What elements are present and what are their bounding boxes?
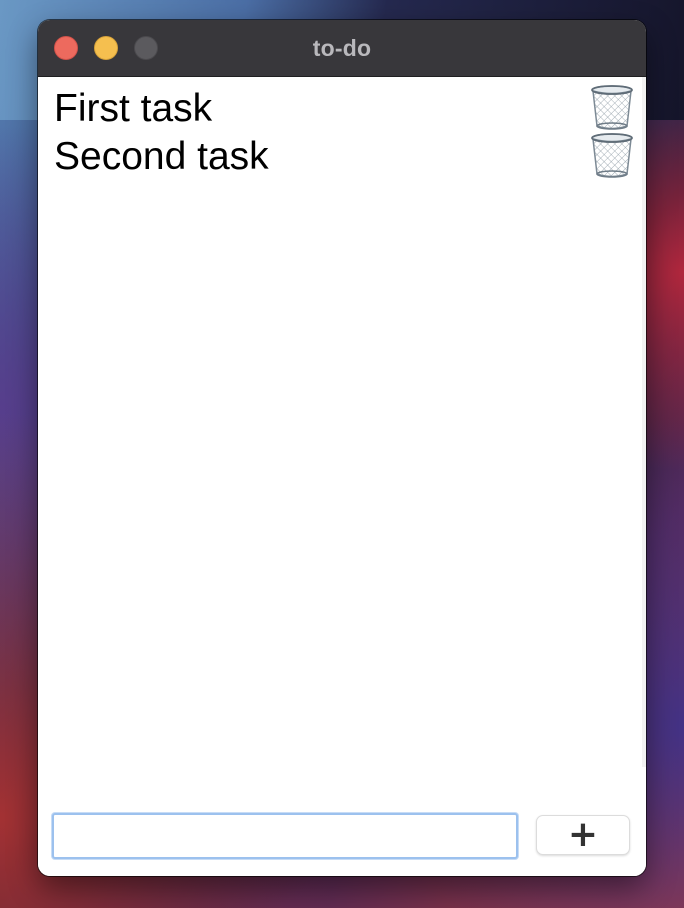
- trash-can-icon[interactable]: [590, 85, 634, 131]
- title-bar: to-do: [38, 20, 646, 77]
- window-content: First task Second task +: [38, 77, 646, 876]
- task-row: Second task: [54, 133, 634, 181]
- task-label: First task: [54, 87, 213, 130]
- add-task-button[interactable]: +: [536, 815, 630, 855]
- task-list: First task Second task: [54, 85, 634, 181]
- trash-can-icon[interactable]: [590, 133, 634, 179]
- task-row: First task: [54, 85, 634, 133]
- app-window: to-do First task Second task +: [38, 20, 646, 876]
- new-task-input[interactable]: [52, 813, 518, 859]
- task-label: Second task: [54, 135, 269, 178]
- window-title: to-do: [312, 35, 372, 61]
- scrollbar-track[interactable]: [642, 77, 646, 767]
